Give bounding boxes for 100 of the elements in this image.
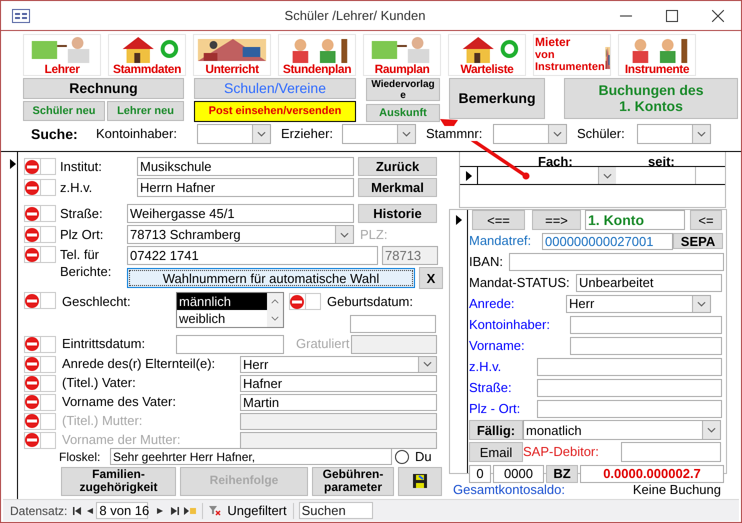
record-label: Datensatz: <box>10 502 68 520</box>
text-field[interactable] <box>240 412 437 430</box>
form-button[interactable]: Gebühren- parameter <box>312 466 394 496</box>
filter-label: Kontoinhaber: <box>96 126 177 142</box>
form-button[interactable]: Familien- zugehörigkeit <box>61 466 176 496</box>
form-button[interactable]: Zurück <box>358 157 437 176</box>
record-selector-icon <box>456 214 462 224</box>
text-field[interactable] <box>570 336 722 354</box>
text-field[interactable] <box>350 314 436 332</box>
combo-box[interactable] <box>637 124 711 144</box>
text-field[interactable] <box>537 358 722 376</box>
combo-box[interactable]: monatlich <box>523 420 721 440</box>
filter-toggle[interactable]: Ungefiltert <box>209 500 287 520</box>
form-button[interactable]: <== <box>472 210 525 230</box>
close-icon[interactable] <box>712 10 724 22</box>
field-label: Vorname der Mutter: <box>62 431 182 450</box>
text-field[interactable]: Unbearbeitet <box>576 274 722 292</box>
text-field[interactable] <box>240 432 437 448</box>
chevron-down-icon <box>340 232 349 238</box>
image-button[interactable]: Instrumente <box>618 34 696 76</box>
text-field[interactable] <box>621 442 721 462</box>
field-label: (Titel.) Vater: <box>62 374 137 392</box>
combo-box[interactable]: Herr <box>240 356 437 372</box>
record-selector-icon <box>466 170 472 180</box>
text-field[interactable]: Herrn Hafner <box>137 178 354 197</box>
filter-label: Erzieher: <box>281 126 334 142</box>
text-field[interactable] <box>351 334 437 354</box>
filter-off-icon <box>209 506 222 516</box>
combo-box[interactable] <box>493 124 567 144</box>
first-record-icon[interactable] <box>73 506 82 514</box>
text-field[interactable]: Sehr geehrter Herr Hafner, <box>110 448 392 465</box>
field-label: Floskel: <box>59 448 102 466</box>
image-button[interactable]: Stammdaten <box>108 34 186 76</box>
list-option[interactable]: männlich <box>177 293 267 310</box>
field-label: (Titel.) Mutter: <box>62 412 144 430</box>
combo-box[interactable] <box>342 124 416 144</box>
text-field[interactable]: Weihergasse 45/1 <box>127 204 354 223</box>
text-field[interactable]: Hafner <box>240 374 437 392</box>
field-label: Vorname des Vater: <box>62 393 177 412</box>
form-button[interactable]: Email <box>469 442 523 462</box>
image-button[interactable]: Unterricht <box>193 34 271 76</box>
form-button[interactable]: <= <box>690 210 722 230</box>
chevron-down-icon <box>707 427 716 433</box>
field-label: Mandatref: <box>469 232 532 250</box>
text-field[interactable]: 000000000027001 <box>542 232 673 250</box>
form-button[interactable]: SEPA <box>673 233 723 249</box>
form-button[interactable]: Merkmal <box>358 178 437 197</box>
account-title-field[interactable]: 1. Konto <box>585 210 685 230</box>
text-field[interactable] <box>176 334 284 354</box>
next-record-icon[interactable] <box>157 506 164 514</box>
field-label: SAP-Debitor: <box>523 443 600 462</box>
chevron-down-icon <box>402 131 411 137</box>
form-button[interactable]: ==> <box>532 210 581 230</box>
field-label: Plz - Ort: <box>469 400 522 418</box>
field-label: Tel. für Berichte: <box>60 246 112 281</box>
form-button[interactable]: X <box>419 267 443 289</box>
form-button[interactable]: Rechnung <box>23 78 184 99</box>
record-position-field[interactable]: 8 von 16 <box>96 502 148 519</box>
text-field[interactable]: 0.0000.000002.7 <box>580 464 724 482</box>
form-button[interactable]: Bemerkung <box>449 78 545 119</box>
form-button[interactable]: BZ <box>546 464 578 482</box>
chevron-down-icon <box>697 131 706 137</box>
image-button[interactable]: Mieter von Instrumenten <box>533 34 611 76</box>
field-label: z.H.v. <box>469 358 502 376</box>
scroll-down-icon[interactable] <box>271 316 279 321</box>
image-button[interactable]: Warteliste <box>448 34 526 76</box>
text-field[interactable] <box>537 400 722 418</box>
form-button[interactable]: Historie <box>358 204 437 223</box>
list-box[interactable]: männlich weiblich <box>176 292 284 328</box>
combo-box[interactable]: Herr <box>566 294 711 312</box>
form-button[interactable]: Wiedervorlag e <box>366 78 440 101</box>
search-field[interactable]: Suchen <box>298 502 373 519</box>
text-field[interactable] <box>537 378 722 396</box>
text-field[interactable] <box>509 252 724 270</box>
text-field[interactable] <box>570 316 722 334</box>
form-icon <box>12 8 30 22</box>
previous-record-icon[interactable] <box>87 506 94 514</box>
image-button[interactable]: Lehrer <box>23 34 101 76</box>
text-field[interactable]: 07422 1741 <box>127 246 378 265</box>
last-record-icon[interactable] <box>171 506 180 514</box>
form-button[interactable]: Post einsehen/versenden <box>194 101 356 122</box>
list-option[interactable]: weiblich <box>177 310 267 327</box>
new-record-icon[interactable] <box>184 506 196 514</box>
text-field[interactable]: Musikschule <box>137 157 354 176</box>
combo-box[interactable] <box>197 124 271 144</box>
combo-box[interactable]: 78713 Schramberg <box>127 225 354 244</box>
maximize-icon[interactable] <box>666 10 678 22</box>
save-button[interactable] <box>398 466 442 496</box>
text-field[interactable]: 0 <box>469 464 491 482</box>
field-label: Straße: <box>60 204 104 223</box>
field-label: Vorname: <box>469 336 526 355</box>
scroll-up-icon[interactable] <box>271 299 279 304</box>
dial-button[interactable]: Wahlnummern für automatische Wahl <box>127 268 415 288</box>
radio-button[interactable] <box>395 450 409 464</box>
text-field[interactable]: 0000 <box>493 464 544 482</box>
text-field[interactable]: Martin <box>240 394 437 410</box>
form-button[interactable]: Fällig: <box>469 420 523 440</box>
chevron-down-icon <box>553 131 562 137</box>
field-label: Eintrittsdatum: <box>62 335 146 354</box>
text-field[interactable]: 78713 <box>382 246 438 265</box>
